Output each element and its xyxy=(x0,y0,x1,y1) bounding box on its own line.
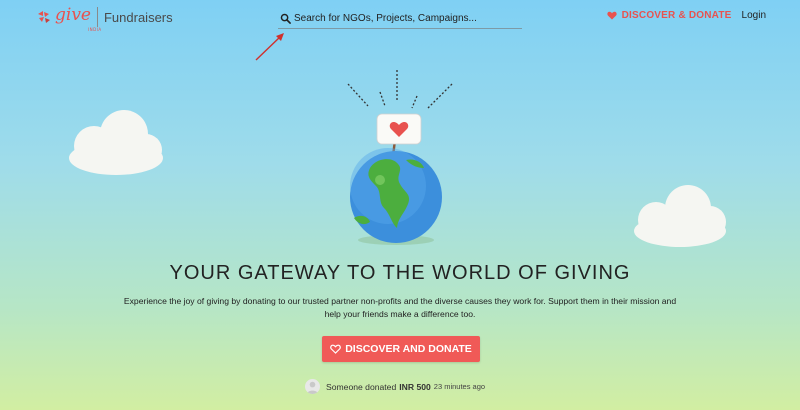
search-input[interactable] xyxy=(294,13,514,24)
brand[interactable]: give INDIA Fundraisers xyxy=(36,5,173,32)
avatar xyxy=(305,379,320,394)
brand-logo-text: give xyxy=(55,5,91,25)
brand-logo-sub: INDIA xyxy=(88,27,102,32)
login-link[interactable]: Login xyxy=(742,10,766,21)
search-bar[interactable] xyxy=(278,9,522,29)
cloud-right xyxy=(634,185,726,247)
hero-description: Experience the joy of giving by donating… xyxy=(123,296,677,319)
cloud-left xyxy=(69,110,163,175)
donation-time: 23 minutes ago xyxy=(433,382,486,391)
cta-label: DISCOVER AND DONATE xyxy=(345,343,472,355)
hero-title: YOUR GATEWAY TO THE WORLD OF GIVING xyxy=(169,262,631,284)
brand-logo-icon xyxy=(38,11,50,23)
discover-donate-link[interactable]: DISCOVER & DONATE xyxy=(622,10,732,21)
top-nav: DISCOVER & DONATE Login xyxy=(607,10,766,21)
avatar-icon xyxy=(307,381,318,394)
arrow-annotation xyxy=(255,33,284,61)
brand-divider xyxy=(96,7,98,27)
heart-icon xyxy=(607,11,617,20)
donation-amount: INR 500 xyxy=(399,381,431,392)
heart-outline-icon xyxy=(330,344,342,354)
globe-illustration xyxy=(347,70,453,245)
recent-donation: Someone donated INR 500 23 minutes ago xyxy=(305,379,485,394)
donation-prefix: Someone donated xyxy=(326,381,397,392)
top-bar: give INDIA Fundraisers DISCOVER & DONATE… xyxy=(0,0,800,36)
brand-product-name: Fundraisers xyxy=(103,9,173,25)
search-icon xyxy=(280,13,291,24)
discover-donate-button[interactable]: DISCOVER AND DONATE xyxy=(322,336,480,362)
